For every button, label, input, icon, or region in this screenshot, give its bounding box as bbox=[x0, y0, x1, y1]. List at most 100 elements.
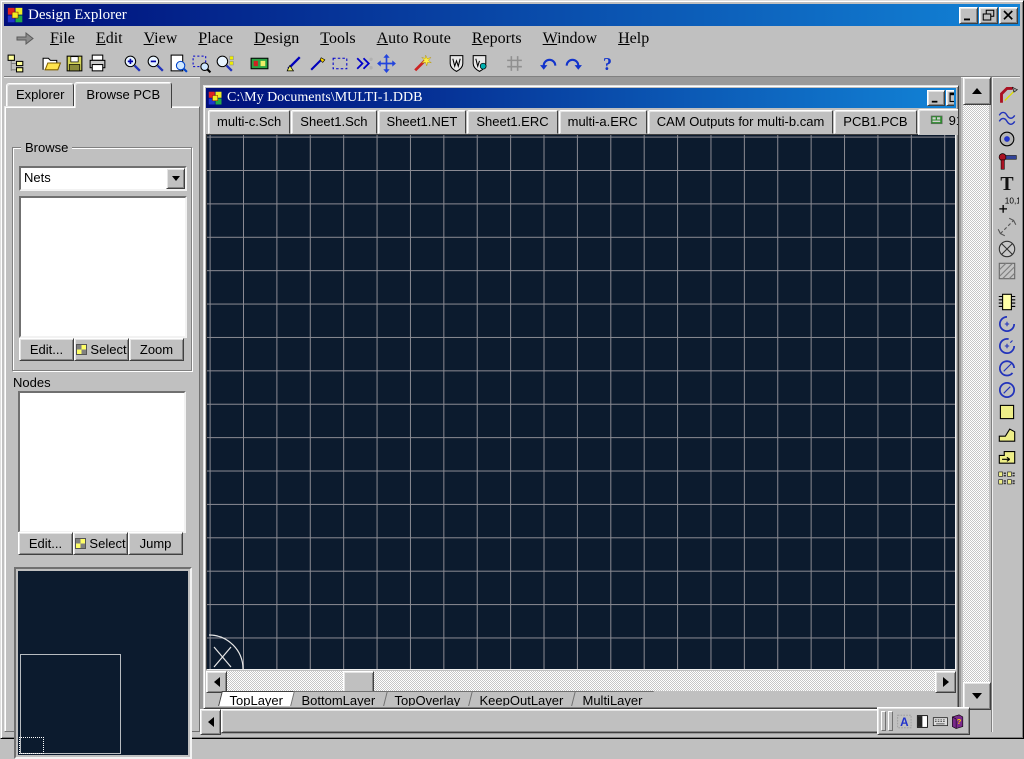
hscroll-left-button[interactable] bbox=[206, 671, 227, 693]
menu-place[interactable]: Place bbox=[190, 28, 241, 50]
dimension-icon[interactable] bbox=[995, 216, 1019, 238]
toolbar-grip[interactable] bbox=[888, 711, 893, 731]
arc-edge-icon[interactable] bbox=[995, 313, 1019, 335]
doc-tab-pcb1-pcb[interactable]: PCB1.PCB bbox=[834, 110, 916, 134]
deselect-icon[interactable] bbox=[353, 53, 374, 74]
menu-auto-route[interactable]: Auto Route bbox=[369, 28, 459, 50]
line-tool-icon[interactable] bbox=[307, 53, 328, 74]
menu-tools[interactable]: Tools bbox=[312, 28, 363, 50]
minimize-button[interactable] bbox=[959, 7, 978, 24]
close-button[interactable] bbox=[999, 7, 1018, 24]
browse-type-dropdown[interactable]: Nets bbox=[19, 166, 187, 191]
print-icon[interactable] bbox=[87, 53, 108, 74]
zoom-out-icon[interactable] bbox=[145, 53, 166, 74]
drc-shield-off-icon[interactable] bbox=[469, 53, 490, 74]
select-area-icon[interactable] bbox=[330, 53, 351, 74]
menu-window[interactable]: Window bbox=[535, 28, 605, 50]
text-find-icon[interactable]: A bbox=[896, 712, 913, 731]
menu-view[interactable]: View bbox=[136, 28, 186, 50]
full-circle-icon[interactable] bbox=[995, 379, 1019, 401]
menu-file[interactable]: File bbox=[42, 28, 83, 50]
zoom-in-icon[interactable] bbox=[122, 53, 143, 74]
menu-help[interactable]: Help bbox=[610, 28, 657, 50]
zoom-area-icon[interactable] bbox=[191, 53, 212, 74]
menu-edit[interactable]: Edit bbox=[88, 28, 131, 50]
layer-tab-toplayer[interactable]: TopLayer bbox=[218, 691, 294, 706]
edit-net-button[interactable]: Edit... bbox=[19, 338, 74, 361]
hscroll-thumb[interactable] bbox=[343, 671, 374, 693]
redo-icon[interactable] bbox=[562, 53, 583, 74]
via-icon[interactable] bbox=[995, 128, 1019, 150]
keepout-circle-icon[interactable] bbox=[995, 238, 1019, 260]
doc-tab-911-pcb[interactable]: 911.PCB bbox=[918, 109, 959, 135]
select-node-button[interactable]: Select bbox=[73, 532, 128, 555]
workspace-hscroll-left-button[interactable] bbox=[200, 709, 221, 735]
pcb-canvas[interactable] bbox=[207, 135, 955, 669]
open-document-icon[interactable] bbox=[41, 53, 62, 74]
dropdown-arrow-icon[interactable] bbox=[166, 168, 185, 189]
layer-tab-keepoutlayer[interactable]: KeepOutLayer bbox=[468, 691, 575, 706]
hscroll-track[interactable] bbox=[227, 671, 935, 691]
coordinate-icon[interactable]: 10,10 bbox=[995, 194, 1019, 216]
menu-arrow-icon[interactable] bbox=[8, 29, 42, 49]
doc-maximize-button[interactable] bbox=[946, 90, 954, 106]
tab-browse-pcb[interactable]: Browse PCB bbox=[74, 82, 172, 108]
save-icon[interactable] bbox=[64, 53, 85, 74]
cutter-icon[interactable] bbox=[284, 53, 305, 74]
split-plane-icon[interactable] bbox=[995, 445, 1019, 467]
fill-rect-icon[interactable] bbox=[995, 401, 1019, 423]
board-preview[interactable] bbox=[14, 567, 192, 759]
board-preview-canvas[interactable] bbox=[18, 571, 188, 755]
layer-tab-bottomlayer[interactable]: BottomLayer bbox=[291, 691, 387, 706]
doc-tab-sheet1-erc[interactable]: Sheet1.ERC bbox=[467, 110, 557, 134]
doc-tab-sheet1-net[interactable]: Sheet1.NET bbox=[378, 110, 467, 134]
panel-toggle-icon[interactable] bbox=[914, 712, 931, 731]
edit-node-button[interactable]: Edit... bbox=[18, 532, 73, 555]
doc-tab-multi-c-sch[interactable]: multi-c.Sch bbox=[208, 110, 290, 134]
fill-hatch-icon[interactable] bbox=[995, 260, 1019, 282]
pad-icon[interactable] bbox=[995, 150, 1019, 172]
doc-minimize-button[interactable] bbox=[927, 90, 945, 106]
paste-array-icon[interactable] bbox=[995, 467, 1019, 489]
track-curves-icon[interactable] bbox=[995, 106, 1019, 128]
doc-tab-cam-outputs-for-multi-b-cam[interactable]: CAM Outputs for multi-b.cam bbox=[648, 110, 834, 134]
explorer-toggle-icon[interactable] bbox=[6, 53, 27, 74]
toolbar-grip[interactable] bbox=[881, 711, 886, 731]
grid-toggle-icon[interactable] bbox=[504, 53, 525, 74]
arc-angle-icon[interactable] bbox=[995, 357, 1019, 379]
doc-tab-sheet1-sch[interactable]: Sheet1.Sch bbox=[291, 110, 376, 134]
doc-tab-multi-a-erc[interactable]: multi-a.ERC bbox=[559, 110, 647, 134]
interactive-route-icon[interactable] bbox=[995, 84, 1019, 106]
select-net-button[interactable]: Select bbox=[74, 338, 129, 361]
help-book-icon[interactable]: ? bbox=[949, 712, 966, 731]
layer-tab-topoverlay[interactable]: TopOverlay bbox=[383, 691, 471, 706]
wand-icon[interactable] bbox=[411, 53, 432, 74]
restore-button[interactable] bbox=[979, 7, 998, 24]
text-string-icon[interactable]: T bbox=[995, 172, 1019, 194]
jump-node-button[interactable]: Jump bbox=[128, 532, 183, 555]
tab-explorer[interactable]: Explorer bbox=[6, 83, 74, 107]
component-icon[interactable] bbox=[995, 291, 1019, 313]
layer-tab-multilayer[interactable]: MultiLayer bbox=[571, 691, 654, 706]
menu-design[interactable]: Design bbox=[246, 28, 307, 50]
help-icon[interactable]: ? bbox=[597, 53, 618, 74]
nodes-listbox[interactable] bbox=[18, 391, 186, 533]
vscroll-down-button[interactable] bbox=[963, 682, 991, 710]
polygon-plane-icon[interactable] bbox=[995, 423, 1019, 445]
drc-shield-icon[interactable] bbox=[446, 53, 467, 74]
canvas-hscrollbar[interactable] bbox=[206, 671, 956, 691]
undo-icon[interactable] bbox=[539, 53, 560, 74]
nets-listbox[interactable] bbox=[19, 196, 187, 338]
workspace-hscrollbar[interactable] bbox=[200, 709, 961, 733]
zoom-selection-icon[interactable] bbox=[214, 53, 235, 74]
arc-center-icon[interactable] bbox=[995, 335, 1019, 357]
keyboard-icon[interactable] bbox=[932, 712, 949, 731]
layers-view-icon[interactable] bbox=[249, 53, 270, 74]
zoom-all-icon[interactable] bbox=[168, 53, 189, 74]
vscroll-track[interactable] bbox=[963, 105, 989, 682]
menu-reports[interactable]: Reports bbox=[464, 28, 530, 50]
workspace-vscrollbar[interactable] bbox=[963, 77, 989, 710]
vscroll-up-button[interactable] bbox=[963, 77, 991, 105]
hscroll-right-button[interactable] bbox=[935, 671, 956, 693]
move-icon[interactable] bbox=[376, 53, 397, 74]
